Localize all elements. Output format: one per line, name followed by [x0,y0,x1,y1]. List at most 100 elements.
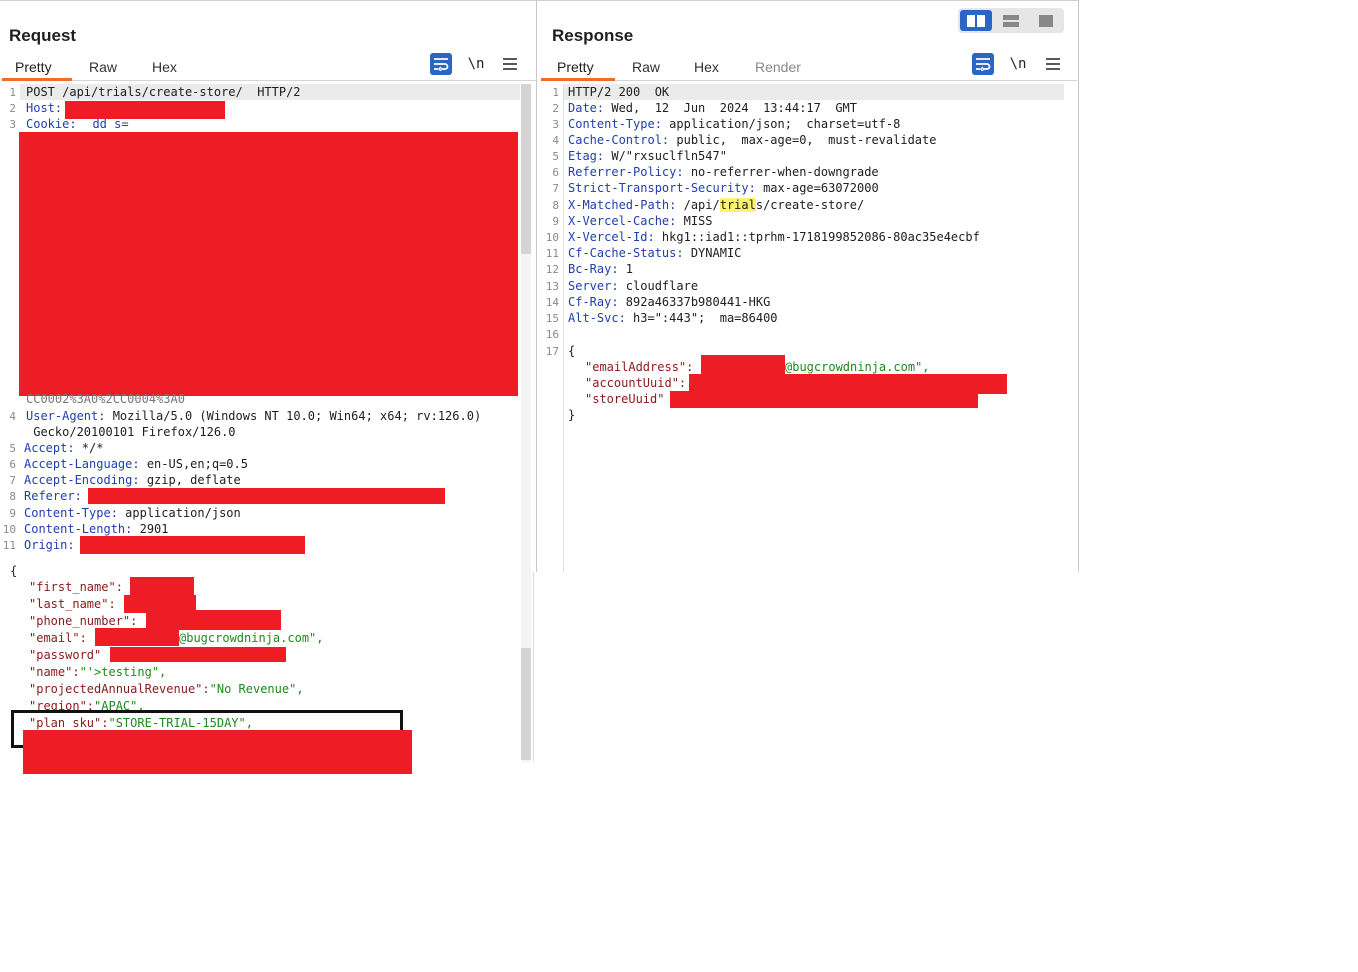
response-line: Cache-Control: public, max-age=0, must-r… [568,133,936,147]
header-key: Cookie: [26,117,77,131]
response-tab-rule [615,80,1077,81]
json-value-email-address: @bugcrowdninja.com", [785,360,930,374]
line-number: 9 [9,507,16,520]
json-open-brace: { [568,344,576,358]
header-value: Wed, 12 Jun 2024 13:44:17 GMT [604,101,857,115]
redacted-request-tail [23,730,412,774]
json-close-brace: } [568,408,576,422]
header-key: Origin: [24,538,75,552]
header-value: max-age=63072000 [755,181,879,195]
response-line: X-Vercel-Id: hkg1::iad1::tprhm-171819985… [568,230,980,244]
line-number: 17 [545,345,559,358]
redacted-cookie [19,132,518,396]
split-horizontal-icon[interactable] [960,10,992,31]
single-pane-icon[interactable] [1030,10,1062,31]
response-tab-raw[interactable]: Raw [632,59,660,75]
line-number: 4 [552,134,559,147]
line-number: 9 [552,215,559,228]
header-key: Content-Type: [568,117,662,131]
hamburger-menu-icon[interactable] [1042,53,1064,75]
line-number: 8 [552,199,559,212]
line-number: 3 [9,118,16,131]
redacted-email-address [701,355,785,375]
line-number: 6 [9,458,16,471]
json-line-name: "name":"'>testing", [29,665,166,679]
line-number: 2 [9,102,16,115]
redacted-first-name [130,577,194,597]
request-line: Accept: */* [24,441,103,455]
header-value: application/json [117,506,241,520]
line-number: 11 [2,539,16,552]
json-key-email: "email": [29,631,87,645]
wrap-lines-icon[interactable] [430,53,452,75]
json-key-first-name: "first_name": [29,580,123,594]
line-number: 5 [9,442,16,455]
header-key: Host: [26,101,63,115]
response-line: Cf-Cache-Status: DYNAMIC [568,246,741,260]
response-line: Bc-Ray: 1 [568,262,633,276]
line-number: 14 [545,296,559,309]
header-value: 892a46337b980441-HKG [618,295,771,309]
header-value: cloudflare [618,279,699,293]
json-line-revenue: "projectedAnnualRevenue":"No Revenue", [29,682,304,696]
request-panel-right-border [536,0,537,572]
line-number: 6 [552,166,559,179]
header-value: */* [74,441,104,455]
header-value: public, max-age=0, must-revalidate [669,133,937,147]
request-active-tab-indicator [2,78,72,81]
line-number: 11 [545,247,559,260]
line-number: 16 [545,328,559,341]
line-number: 10 [2,523,16,536]
line-number: 1 [552,86,559,99]
request-scrollbar-thumb-top[interactable] [521,84,531,254]
line-number: 4 [9,410,16,423]
redacted-store-uuid [670,391,978,408]
wrap-lines-icon[interactable] [972,53,994,75]
redacted-email [95,628,179,646]
request-line-continuation: CC0002%3A0%2CC0004%3A0 [26,392,185,404]
header-key: Referer: [24,489,82,503]
request-tab-rule [72,80,536,81]
response-line: X-Matched-Path: /api/trials/create-store… [568,198,864,212]
response-line: HTTP/2 200 OK [568,85,670,99]
newline-toggle-icon[interactable]: \n [465,53,487,75]
request-line-continuation: Gecko/20100101 Firefox/126.0 [26,425,236,439]
header-key: Bc-Ray: [568,262,619,276]
line-number: 3 [552,118,559,131]
json-value-name: "'>testing", [79,665,167,679]
header-value: /api/ [676,198,720,212]
response-panel-right-border [1078,0,1079,572]
split-vertical-icon[interactable] [995,10,1027,31]
response-line: Cf-Ray: 892a46337b980441-HKG [568,295,770,309]
header-value: Mozilla/5.0 (Windows NT 10.0; Win64; x64… [105,409,482,423]
layout-toggle-group [958,8,1064,33]
json-key-password: "password" [29,648,102,662]
newline-toggle-icon[interactable]: \n [1007,53,1029,75]
header-value: hkg1::iad1::tprhm-1718199852086-80ac35e4… [654,230,980,244]
line-number: 13 [545,280,559,293]
response-tab-pretty[interactable]: Pretty [557,59,594,75]
line-number: 8 [9,490,16,503]
request-tab-raw[interactable]: Raw [89,59,117,75]
line-number: 12 [545,263,559,276]
response-line: Referrer-Policy: no-referrer-when-downgr… [568,165,879,179]
header-value: 2901 [132,522,169,536]
header-key: Strict-Transport-Security: [568,181,756,195]
response-line: Etag: W/"rxsuclfln547" [568,149,727,163]
response-tab-render[interactable]: Render [755,59,801,75]
header-key: Alt-Svc: [568,311,626,325]
hamburger-menu-icon[interactable] [499,53,521,75]
header-key: User-Agent: [26,409,106,423]
request-tab-pretty[interactable]: Pretty [15,59,52,75]
header-value: s/create-store/ [755,198,865,212]
top-border [0,0,1078,1]
request-tab-hex[interactable]: Hex [152,59,177,75]
json-value-email: @bugcrowdninja.com", [179,631,324,645]
header-key: Etag: [568,149,605,163]
request-line: Content-Type: application/json [24,506,241,520]
response-tab-hex[interactable]: Hex [694,59,719,75]
response-title: Response [552,26,634,45]
request-line: POST /api/trials/create-store/ HTTP/2 [26,85,301,99]
header-key: Cache-Control: [568,133,670,147]
request-scrollbar-thumb-bottom[interactable] [521,648,531,760]
